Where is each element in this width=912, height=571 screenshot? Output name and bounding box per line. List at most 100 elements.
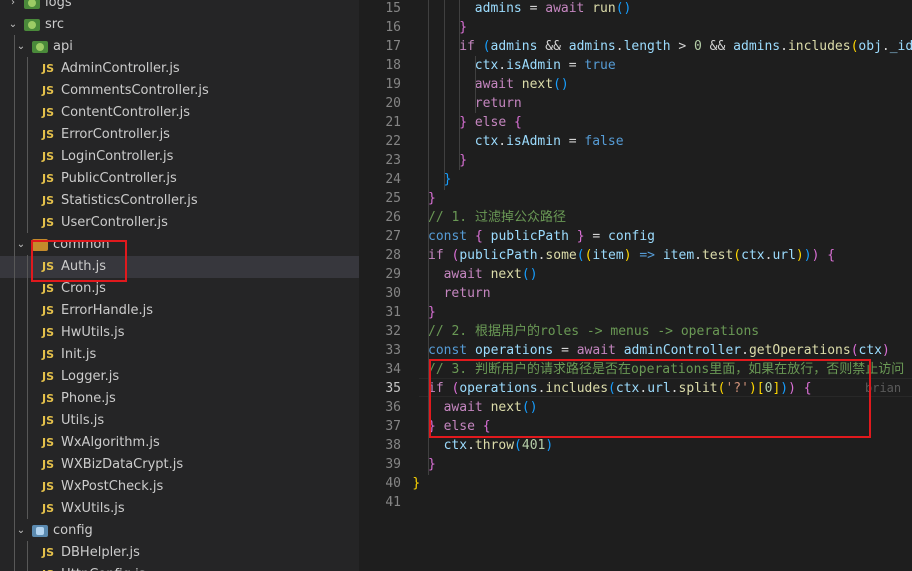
code-line[interactable]: return <box>444 284 491 303</box>
indent-guide-config <box>27 541 28 571</box>
file-wxalgorithm-js[interactable]: JS WxAlgorithm.js <box>0 432 359 454</box>
line-number: 25 <box>385 191 401 206</box>
file-admincontroller-js[interactable]: JS AdminController.js <box>0 58 359 80</box>
code-token: ( <box>514 438 522 453</box>
chevron-right-icon[interactable]: › <box>8 0 18 14</box>
tree-item-label: src <box>45 17 64 32</box>
line-number: 22 <box>385 134 401 149</box>
code-token: await <box>474 77 514 92</box>
code-token: const <box>428 343 468 358</box>
code-line[interactable]: await next() <box>444 265 538 284</box>
code-line[interactable]: admins = await run() <box>475 0 632 18</box>
code-line[interactable]: } <box>428 303 436 322</box>
indent-guide-api <box>27 57 28 233</box>
code-line[interactable]: if (publicPath.some((item) => item.test(… <box>428 246 835 265</box>
js-file-icon: JS <box>42 62 55 75</box>
file-commentscontroller-js[interactable]: JS CommentsController.js <box>0 80 359 102</box>
chevron-down-icon[interactable]: ⌄ <box>16 234 26 256</box>
code-line[interactable]: } <box>428 189 436 208</box>
folder-src[interactable]: ⌄ src <box>0 14 359 36</box>
code-token: > <box>670 39 695 54</box>
code-token: ctx <box>858 343 882 358</box>
chevron-down-icon[interactable]: ⌄ <box>8 14 18 36</box>
file-utils-js[interactable]: JS Utils.js <box>0 410 359 432</box>
file-httpconfig-js[interactable]: JS HttpConfig.js <box>0 564 359 571</box>
code-line[interactable]: const { publicPath } = config <box>428 227 655 246</box>
tree-item-label: HwUtils.js <box>61 325 125 340</box>
code-line[interactable]: } <box>459 18 467 37</box>
js-file-icon: JS <box>42 194 55 207</box>
file-logger-js[interactable]: JS Logger.js <box>0 366 359 388</box>
code-line[interactable]: } <box>412 474 420 493</box>
code-line[interactable]: ctx.isAdmin = true <box>475 56 616 75</box>
code-token: ( <box>733 248 742 263</box>
code-line[interactable]: } <box>428 455 436 474</box>
code-token: = <box>560 58 585 73</box>
code-line[interactable]: } <box>459 151 467 170</box>
folder-logs[interactable]: › logs <box>0 0 359 14</box>
code-token: await <box>576 343 616 358</box>
src-folder-icon <box>24 19 40 31</box>
code-token: && <box>701 39 734 54</box>
tree-item-label: ErrorHandle.js <box>61 303 154 318</box>
js-file-icon: JS <box>42 564 54 571</box>
code-line[interactable]: // 2. 根据用户的roles -> menus -> operations <box>428 322 759 341</box>
code-token: getOperations <box>748 343 851 358</box>
file-dbhelpler-js[interactable]: JS DBHelpler.js <box>0 542 359 564</box>
code-line[interactable]: } <box>444 170 452 189</box>
code-token: } <box>428 305 436 320</box>
code-editor[interactable]: 15 admins = await run() 16} 17 if (admins &&… <box>359 0 912 571</box>
tree-item-label: WxPostCheck.js <box>61 479 164 494</box>
code-token: } <box>412 476 421 491</box>
tree-item-label: logs <box>45 0 72 10</box>
code-line[interactable]: // 1. 过滤掉公众路径 <box>428 208 566 227</box>
code-line[interactable]: await next() <box>475 75 569 94</box>
code-token: . <box>780 39 788 54</box>
js-file-icon: JS <box>42 546 55 559</box>
code-token: ctx <box>474 134 499 149</box>
chevron-down-icon[interactable]: ⌄ <box>16 520 26 542</box>
line-number: 18 <box>385 58 401 73</box>
file-hwutils-js[interactable]: JS HwUtils.js <box>0 322 359 344</box>
code-token: . <box>467 438 475 453</box>
file-contentcontroller-js[interactable]: JS ContentController.js <box>0 102 359 124</box>
file-usercontroller-js[interactable]: JS UserController.js <box>0 212 359 234</box>
js-file-icon: JS <box>42 502 55 515</box>
file-logincontroller-js[interactable]: JS LoginController.js <box>0 146 359 168</box>
code-line[interactable]: ctx.isAdmin = false <box>475 132 624 151</box>
code-line[interactable]: } else { <box>459 113 522 132</box>
code-token: isAdmin <box>506 58 561 73</box>
code-line[interactable]: return <box>475 94 522 113</box>
file-init-js[interactable]: JS Init.js <box>0 344 359 366</box>
line-number: 24 <box>385 172 401 187</box>
code-token: includes <box>787 39 851 54</box>
chevron-down-icon[interactable]: ⌄ <box>16 36 26 58</box>
code-token: test <box>701 248 734 263</box>
file-errorcontroller-js[interactable]: JS ErrorController.js <box>0 124 359 146</box>
file-wxpostcheck-js[interactable]: JS WxPostCheck.js <box>0 476 359 498</box>
folder-api[interactable]: ⌄ api <box>0 36 359 58</box>
code-token: item <box>592 248 624 263</box>
code-token: await <box>443 267 483 282</box>
file-phone-js[interactable]: JS Phone.js <box>0 388 359 410</box>
code-line[interactable]: if (admins && admins.length > 0 && admin… <box>459 37 912 56</box>
code-token: await <box>545 1 585 16</box>
code-line[interactable]: ctx.throw(401) <box>444 436 554 455</box>
code-line[interactable]: const operations = await adminController… <box>428 341 890 360</box>
file-wxutils-js[interactable]: JS WxUtils.js <box>0 498 359 520</box>
js-file-icon: JS <box>42 480 55 493</box>
code-token: ( <box>850 343 859 358</box>
code-token: () <box>521 267 538 282</box>
file-statisticscontroller-js[interactable]: JS StatisticsController.js <box>0 190 359 212</box>
folder-config[interactable]: ⌄ config <box>0 520 359 542</box>
file-wxbizdatacrypt-js[interactable]: JS WXBizDataCrypt.js <box>0 454 359 476</box>
code-token: const <box>428 229 468 244</box>
code-token: () <box>615 1 632 16</box>
file-publiccontroller-js[interactable]: JS PublicController.js <box>0 168 359 190</box>
line-number: 21 <box>385 115 401 130</box>
code-token: ) <box>623 248 632 263</box>
js-file-icon: JS <box>42 172 55 185</box>
file-errorhandle-js[interactable]: JS ErrorHandle.js <box>0 300 359 322</box>
code-token: . <box>498 58 507 73</box>
